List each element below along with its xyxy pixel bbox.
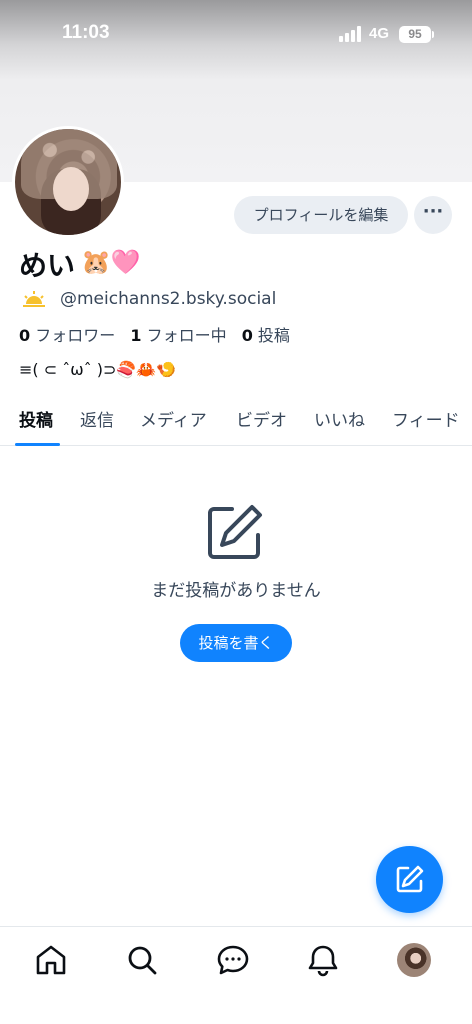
empty-state-message: まだ投稿がありません [151, 581, 321, 601]
search-icon[interactable] [125, 943, 159, 977]
tab-posts[interactable]: 投稿 [19, 406, 53, 431]
compose-fab-button[interactable] [376, 846, 443, 913]
bell-icon[interactable] [306, 943, 340, 977]
tab-videos[interactable]: ビデオ [236, 406, 287, 431]
sun-icon [23, 291, 45, 307]
signal-icon [339, 26, 363, 42]
avatar-face [53, 167, 89, 211]
profile-avatar[interactable] [397, 943, 431, 977]
posts-count: 0 [241, 326, 253, 345]
compose-icon [396, 865, 424, 893]
write-post-button[interactable]: 投稿を書く [180, 624, 292, 662]
edit-profile-button[interactable]: プロフィールを編集 [234, 196, 408, 234]
profile-stats: 0 フォロワー 1 フォロー中 0 投稿 [19, 322, 300, 346]
network-label: 4G [369, 25, 390, 42]
followers-stat[interactable]: 0 フォロワー [19, 326, 115, 345]
compose-icon [208, 505, 262, 559]
battery-icon: 95 [399, 26, 431, 43]
tab-likes[interactable]: いいね [314, 406, 365, 431]
status-time: 11:03 [62, 22, 110, 43]
profile-handle: @meichanns2.bsky.social [60, 289, 277, 309]
more-options-button[interactable]: ··· [414, 196, 452, 234]
profile-bio: ≡( ⊂ ˆωˆ )⊃🍣🦀🍤 [19, 360, 177, 379]
profile-tabs: 投稿 返信 メディア ビデオ いいね フィード [0, 396, 472, 446]
home-icon[interactable] [34, 943, 68, 977]
tab-feeds[interactable]: フィード [392, 406, 460, 431]
display-name-emoji: 🐹🩷 [81, 248, 141, 276]
followers-count: 0 [19, 326, 31, 345]
avatar[interactable] [12, 126, 124, 238]
posts-label: 投稿 [257, 326, 290, 345]
tab-replies[interactable]: 返信 [80, 406, 114, 431]
followers-label: フォロワー [35, 326, 116, 345]
posts-stat: 0 投稿 [242, 326, 290, 345]
following-count: 1 [130, 326, 142, 345]
battery-tip [432, 31, 434, 38]
tab-media[interactable]: メディア [140, 406, 207, 431]
chat-icon[interactable] [216, 943, 250, 977]
following-label: フォロー中 [146, 326, 227, 345]
display-name: めい [19, 249, 76, 282]
active-tab-indicator [15, 443, 60, 446]
following-stat[interactable]: 1 フォロー中 [130, 326, 226, 345]
